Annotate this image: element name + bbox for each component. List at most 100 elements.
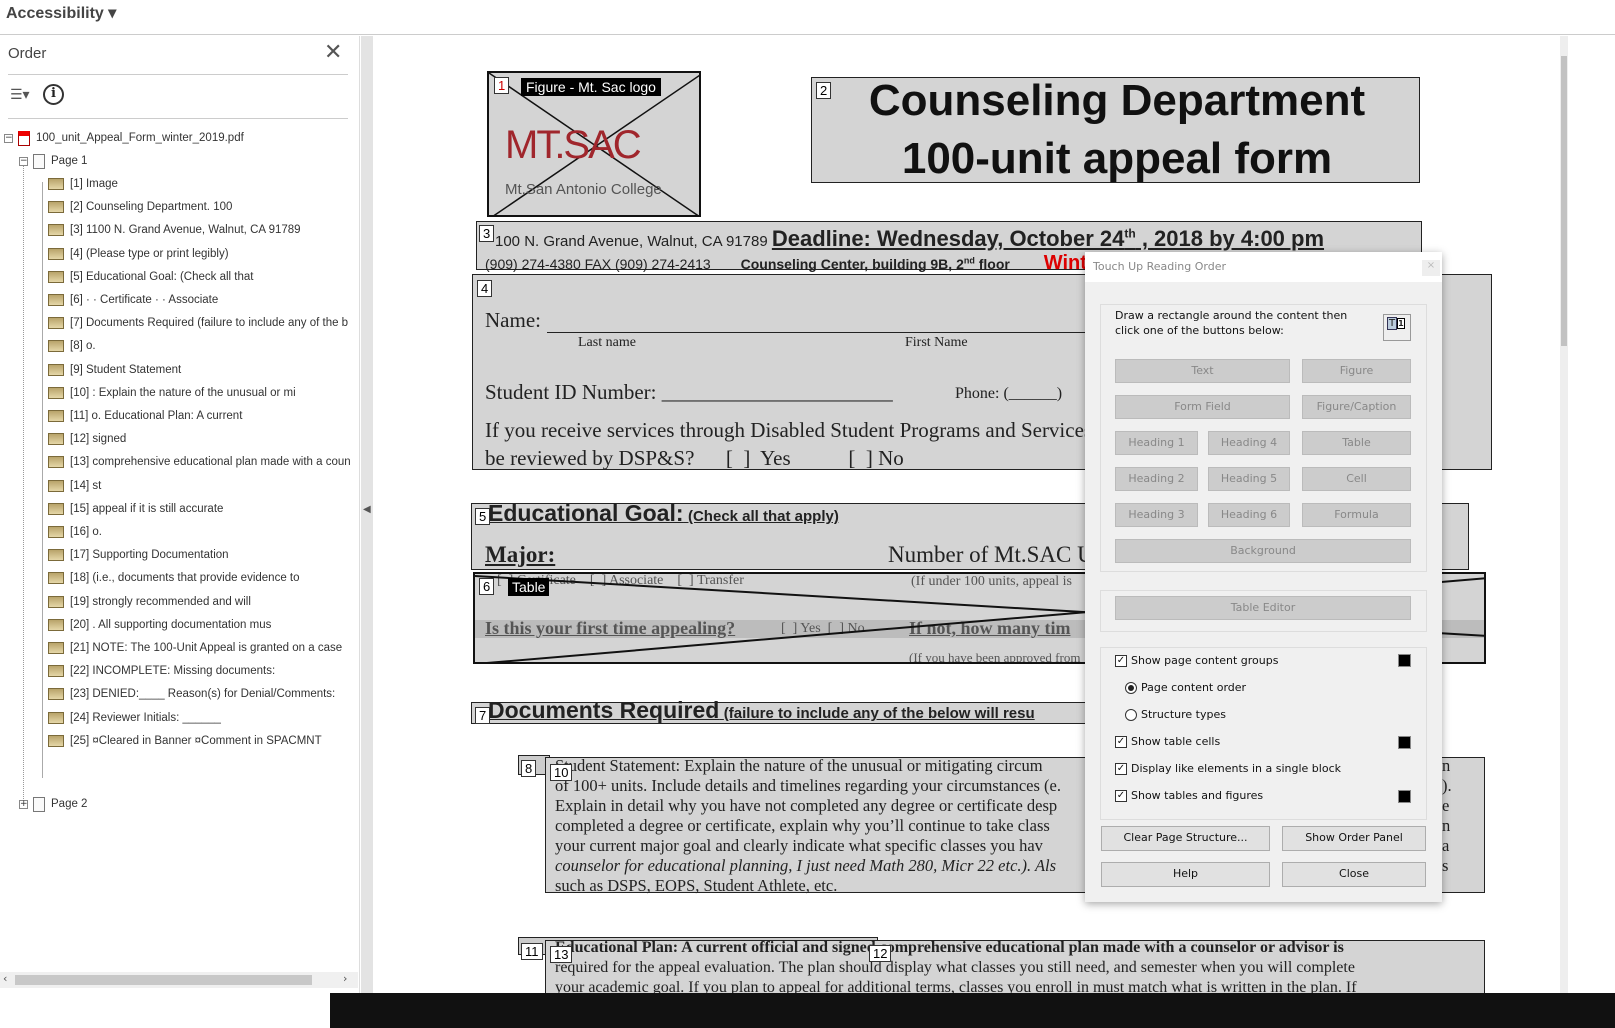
- docs-heading-block[interactable]: Documents Required (failure to include a…: [471, 697, 1111, 724]
- figure-block[interactable]: MT.SAC Mt.San Antonio College Figure - M…: [487, 71, 701, 217]
- phone-label: Phone: (______): [955, 385, 1063, 402]
- major-label: Major:: [485, 542, 556, 567]
- heading-5-button[interactable]: Heading 5: [1208, 467, 1290, 491]
- dsps-text: If you receive services through Disabled…: [485, 418, 1093, 442]
- tree-item[interactable]: [15] appeal if it is still accurate: [48, 499, 223, 519]
- text-line: your academic goal. If you plan to appea…: [555, 979, 1357, 993]
- cells-color-swatch[interactable]: [1398, 736, 1411, 749]
- tree-item[interactable]: [10] : Explain the nature of the unusual…: [48, 383, 296, 403]
- horizontal-scrollbar[interactable]: ‹ ›: [0, 972, 358, 988]
- student-id-label: Student ID Number: _____________________…: [485, 380, 893, 404]
- phone-fax: (909) 274-4380 FAX (909) 274-2413: [485, 256, 711, 272]
- tree-item[interactable]: [20] . All supporting documentation mus: [48, 615, 271, 635]
- figure-caption-button[interactable]: Figure/Caption: [1302, 395, 1411, 419]
- expand-toggle[interactable]: +: [19, 800, 28, 809]
- address: 100 N. Grand Avenue, Walnut, CA 91789: [495, 233, 768, 250]
- panel-splitter[interactable]: ◀: [361, 36, 373, 998]
- show-order-panel-button[interactable]: Show Order Panel: [1282, 826, 1426, 851]
- table-editor-button[interactable]: Table Editor: [1115, 596, 1411, 620]
- heading-4-button[interactable]: Heading 4: [1208, 431, 1290, 455]
- tree-file[interactable]: 100_unit_Appeal_Form_winter_2019.pdf: [18, 128, 244, 148]
- pdf-icon: [18, 130, 30, 146]
- show-table-cells-checkbox[interactable]: ✓ Show table cells: [1115, 735, 1220, 748]
- tree-item[interactable]: [22] INCOMPLETE: Missing documents:: [48, 661, 275, 681]
- dialog-close-icon[interactable]: ×: [1422, 260, 1440, 276]
- text-line: completed a degree or certificate, expla…: [555, 816, 1050, 835]
- heading-1-button[interactable]: Heading 1: [1115, 431, 1198, 455]
- tree-item[interactable]: [7] Documents Required (failure to inclu…: [48, 313, 348, 333]
- tree-item[interactable]: [6] · · Certificate · · Associate: [48, 290, 218, 310]
- info-icon[interactable]: i: [43, 84, 64, 105]
- clear-page-structure-button[interactable]: Clear Page Structure...: [1101, 826, 1270, 851]
- table-button[interactable]: Table: [1302, 431, 1411, 455]
- text-line: counselor for educational planning, I ju…: [555, 856, 1057, 875]
- heading-block[interactable]: Counseling Department 100-unit appeal fo…: [811, 76, 1420, 183]
- form-field-button[interactable]: Form Field: [1115, 395, 1290, 419]
- figures-color-swatch[interactable]: [1398, 790, 1411, 803]
- tree-item[interactable]: [5] Educational Goal: (Check all that: [48, 267, 253, 287]
- tree-item[interactable]: [23] DENIED:____ Reason(s) for Denial/Co…: [48, 684, 335, 704]
- container-icon: [48, 201, 64, 214]
- vertical-scrollbar[interactable]: [1560, 36, 1568, 993]
- collapse-arrow-icon[interactable]: ◀: [363, 504, 371, 515]
- background-button[interactable]: Background: [1115, 539, 1411, 563]
- show-tables-figures-checkbox[interactable]: ✓ Show tables and figures: [1115, 789, 1263, 802]
- formula-button[interactable]: Formula: [1302, 503, 1411, 527]
- accessibility-menu[interactable]: Accessibility ▾: [6, 3, 116, 23]
- close-panel-icon[interactable]: ✕: [324, 40, 342, 65]
- units-label: Number of Mt.SAC U: [888, 542, 1094, 567]
- show-page-content-groups-checkbox[interactable]: ✓ Show page content groups: [1115, 654, 1278, 667]
- page-icon: [33, 796, 45, 812]
- tree-item[interactable]: [3] 1100 N. Grand Avenue, Walnut, CA 917…: [48, 220, 301, 240]
- tree-item[interactable]: [17] Supporting Documentation: [48, 545, 229, 565]
- tree-item[interactable]: [11] o. Educational Plan: A current: [48, 406, 242, 426]
- plan-block[interactable]: Educational Plan: A current official and…: [545, 939, 1485, 993]
- tree-item[interactable]: [16] o.: [48, 522, 102, 542]
- heading-3-button[interactable]: Heading 3: [1115, 503, 1198, 527]
- order-tree: − 100_unit_Appeal_Form_winter_2019.pdf −…: [0, 126, 360, 981]
- tree-item[interactable]: [25] ¤Cleared in Banner ¤Comment in SPAC…: [48, 731, 322, 751]
- tree-item[interactable]: [12] signed: [48, 429, 126, 449]
- heading-6-button[interactable]: Heading 6: [1208, 503, 1290, 527]
- heading-2-button[interactable]: Heading 2: [1115, 467, 1198, 491]
- container-icon: [48, 340, 64, 353]
- tree-page-1[interactable]: Page 1: [33, 151, 87, 171]
- collapse-toggle[interactable]: −: [19, 157, 28, 166]
- cell-button[interactable]: Cell: [1302, 467, 1411, 491]
- tree-item[interactable]: [18] (i.e., documents that provide evide…: [48, 568, 300, 588]
- tree-item[interactable]: [9] Student Statement: [48, 360, 181, 380]
- show-order-toggle-icon[interactable]: T1: [1383, 314, 1411, 341]
- tree-item[interactable]: [19] strongly recommended and will: [48, 592, 251, 612]
- container-icon: [48, 549, 64, 562]
- scrollbar-thumb[interactable]: [15, 975, 312, 985]
- docs-sub: (failure to include any of the below wil…: [723, 705, 1035, 722]
- tree-item[interactable]: [13] comprehensive educational plan made…: [48, 452, 351, 472]
- help-button[interactable]: Help: [1101, 862, 1270, 887]
- goal-sub: (Check all that apply): [687, 508, 839, 525]
- figure-button[interactable]: Figure: [1302, 359, 1411, 383]
- tree-item[interactable]: [21] NOTE: The 100-Unit Appeal is grante…: [48, 638, 342, 658]
- order-number: 8: [521, 760, 537, 777]
- tree-item[interactable]: [4] (Please type or print legibly): [48, 244, 229, 264]
- text-line: your current major goal and clearly indi…: [555, 836, 1043, 855]
- tree-page-2[interactable]: Page 2: [33, 794, 87, 814]
- scrollbar-thumb[interactable]: [1561, 56, 1567, 346]
- tree-item[interactable]: [24] Reviewer Initials: ______: [48, 708, 221, 728]
- container-icon: [48, 526, 64, 538]
- options-menu-icon[interactable]: ☰▾: [10, 87, 30, 103]
- tree-item[interactable]: [2] Counseling Department. 100: [48, 197, 232, 217]
- groups-color-swatch[interactable]: [1398, 654, 1411, 667]
- display-like-elements-checkbox[interactable]: ✓ Display like elements in a single block: [1115, 762, 1341, 775]
- text-button[interactable]: Text: [1115, 359, 1290, 383]
- structure-types-radio[interactable]: Structure types: [1125, 708, 1226, 721]
- collapse-toggle[interactable]: −: [4, 134, 13, 143]
- tree-item[interactable]: [1] Image: [48, 174, 118, 194]
- text-line: of 100+ units. Include details and timel…: [555, 776, 1061, 795]
- order-number: 11: [521, 943, 543, 960]
- tree-item[interactable]: [14] st: [48, 476, 101, 496]
- page-content-order-radio[interactable]: Page content order: [1125, 681, 1246, 694]
- dsps-question: be reviewed by DSP&S? [ ] Yes [ ] No: [485, 446, 904, 470]
- close-button[interactable]: Close: [1282, 862, 1426, 887]
- tree-item[interactable]: [8] o.: [48, 336, 96, 356]
- container-icon: [48, 178, 64, 190]
